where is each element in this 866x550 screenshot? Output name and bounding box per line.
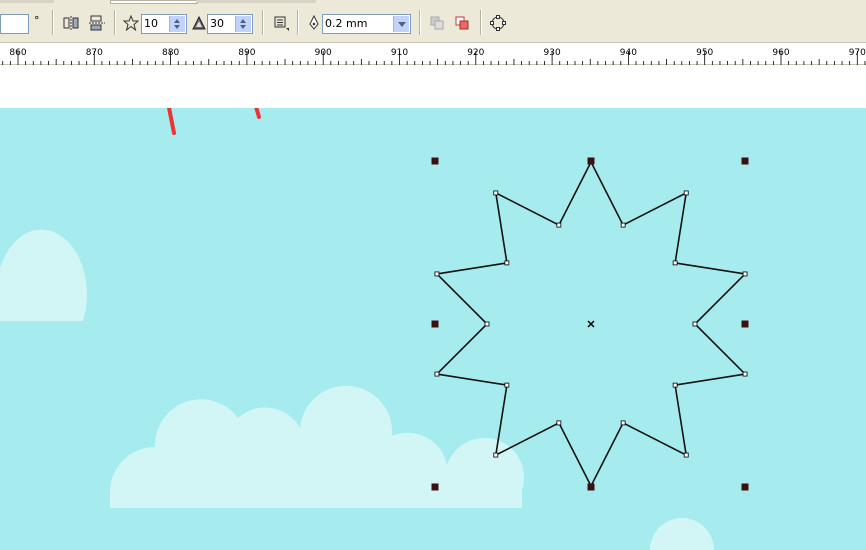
selection-handle[interactable]: [587, 483, 595, 491]
annotation-arrow-sharpness: [254, 108, 261, 119]
outline-pen-icon: [309, 15, 319, 30]
star-sharpness-value: 30: [210, 17, 224, 30]
star-node[interactable]: [434, 371, 440, 377]
annotation-arrow-points: [167, 108, 176, 135]
star-node[interactable]: [620, 420, 626, 426]
star-node[interactable]: [692, 321, 698, 327]
star-sharpness-field[interactable]: 30: [207, 14, 253, 34]
selection-handle[interactable]: [431, 483, 439, 491]
star-points-spinner[interactable]: [169, 16, 185, 32]
toolbar-top-tab: [110, 0, 198, 4]
canvas-art: [0, 108, 749, 550]
toolbar-separator: [52, 10, 54, 35]
toolbar-separator: [262, 10, 264, 35]
star-sharpness-icon: [192, 16, 206, 30]
cloud-left: [0, 229, 87, 321]
toolbar-separator: [114, 10, 116, 35]
star-node[interactable]: [683, 190, 689, 196]
toolbar-separator: [419, 10, 421, 35]
star-node[interactable]: [504, 382, 510, 388]
toolbar-separator: [480, 10, 482, 35]
to-back-icon[interactable]: [428, 14, 446, 32]
property-bar: ° 10 30 0.2 mm: [0, 0, 866, 43]
convert-to-curves-icon[interactable]: [489, 14, 507, 32]
selection-handle[interactable]: [741, 483, 749, 491]
selection-handle[interactable]: [741, 320, 749, 328]
star-node[interactable]: [504, 260, 510, 266]
ruler-scale: 860 870 880 890 900 910 920 930 940 950 960 970: [2, 48, 866, 65]
wrap-paragraph-text-icon[interactable]: [272, 14, 290, 32]
mirror-vertical-icon[interactable]: [88, 14, 106, 32]
star-node[interactable]: [620, 222, 626, 228]
star-points-value: 10: [144, 17, 158, 30]
toolbar-top-edge: [0, 0, 54, 3]
star-node[interactable]: [493, 190, 499, 196]
star-node[interactable]: [742, 271, 748, 277]
star-node[interactable]: [493, 452, 499, 458]
center-marker[interactable]: [587, 320, 595, 328]
page-margin-area: [0, 65, 866, 108]
selection-handle[interactable]: [431, 320, 439, 328]
outline-width-value: 0.2 mm: [325, 17, 368, 30]
selection-handle[interactable]: [431, 157, 439, 165]
star-points-icon: [123, 15, 139, 31]
toolbar-separator: [297, 10, 299, 35]
star-sharpness-spinner[interactable]: [235, 16, 251, 32]
cloud-bottom-right: [650, 518, 714, 550]
to-front-icon[interactable]: [453, 14, 471, 32]
selection-handle[interactable]: [741, 157, 749, 165]
star-node[interactable]: [672, 382, 678, 388]
toolbar-top-edge: [196, 0, 316, 3]
star-node[interactable]: [672, 260, 678, 266]
star-node[interactable]: [556, 222, 562, 228]
star-node[interactable]: [556, 420, 562, 426]
star-points-field[interactable]: 10: [141, 14, 187, 34]
mirror-horizontal-icon[interactable]: [62, 14, 80, 32]
star-node[interactable]: [484, 321, 490, 327]
horizontal-ruler[interactable]: 860 870 880 890 900 910 920 930 940 950 960 970: [0, 43, 866, 65]
drawing-canvas[interactable]: [0, 108, 866, 550]
outline-width-dropdown-arrow[interactable]: [393, 16, 409, 32]
selection-handle[interactable]: [587, 157, 595, 165]
degree-symbol: °: [34, 14, 40, 27]
outline-width-select[interactable]: 0.2 mm: [322, 14, 411, 34]
cloud-bottom: [110, 385, 525, 508]
star-node[interactable]: [742, 371, 748, 377]
star-node[interactable]: [683, 452, 689, 458]
rotation-angle-field[interactable]: [0, 14, 29, 34]
star-node[interactable]: [434, 271, 440, 277]
